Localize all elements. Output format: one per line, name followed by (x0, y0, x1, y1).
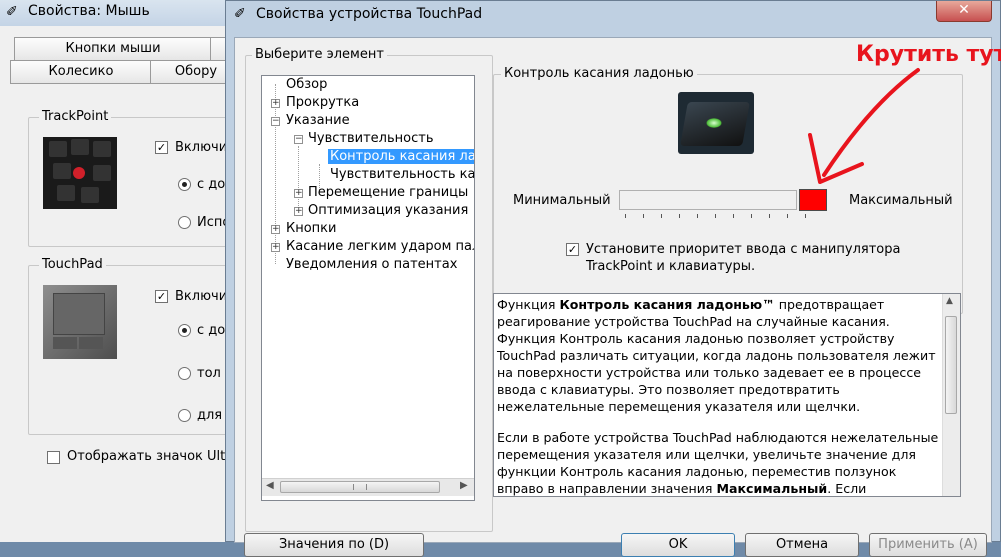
tree-horizontal-scrollbar[interactable]: ◀ ▶ (262, 478, 474, 496)
touchpad-radio-2[interactable] (178, 367, 191, 380)
slider-tick (679, 214, 680, 218)
slider-tick (751, 214, 752, 218)
mouse-window-titlebar[interactable]: ✐ Свойства: Мышь (0, 0, 235, 26)
annotation-arrow-icon (808, 68, 920, 184)
trackpoint-radio-2[interactable] (178, 216, 191, 229)
collapse-icon[interactable]: − (271, 117, 280, 126)
mouse-icon: ✐ (6, 4, 18, 20)
scroll-right-icon[interactable]: ▶ (460, 480, 468, 491)
slider-tick (805, 214, 806, 218)
description-scroll-thumb[interactable] (945, 316, 957, 414)
tree-item-palm-check[interactable]: Контроль касания лад (328, 149, 474, 164)
collapse-icon[interactable]: − (294, 135, 303, 144)
tab-wheel[interactable]: Колесико (10, 60, 152, 84)
scroll-left-icon[interactable]: ◀ (266, 480, 274, 491)
priority-label-line1: Установите приоритет ввода с манипулятор… (586, 242, 901, 257)
slider-tick (643, 214, 644, 218)
scroll-up-icon[interactable]: ▲ (946, 296, 953, 306)
touchpad-radio-1[interactable] (178, 324, 191, 337)
expand-icon[interactable]: + (271, 225, 280, 234)
tree-scroll-thumb[interactable] (280, 481, 440, 493)
slider-tick (769, 214, 770, 218)
trackpoint-enable-checkbox[interactable]: ✓ (155, 141, 168, 154)
tree-item-sensitivity[interactable]: Чувствительность (308, 131, 433, 146)
touchpad-group-label: TouchPad (39, 257, 106, 272)
slider-tick (661, 214, 662, 218)
tree-item-scroll[interactable]: Прокрутка (286, 95, 359, 110)
mouse-icon: ✐ (234, 6, 246, 22)
trackpoint-radio-1-label: с до (197, 177, 226, 192)
show-icon-label: Отображать значок Ultra (67, 449, 239, 464)
expand-icon[interactable]: + (294, 207, 303, 216)
touchpad-image (43, 285, 117, 359)
tree-item-pointer-optimization[interactable]: Оптимизация указания (308, 203, 468, 218)
slider-ticks (625, 214, 806, 222)
description-vertical-scrollbar[interactable]: ▲ (942, 294, 960, 496)
tree-item-pointing[interactable]: Указание (286, 113, 350, 128)
expand-icon[interactable]: + (294, 189, 303, 198)
slider-tick (733, 214, 734, 218)
description-text: Функция Контроль касания ладонью™ предот… (497, 297, 939, 496)
trackpoint-image (43, 137, 117, 209)
touchpad-preview-image (678, 92, 754, 154)
tree-item-tap[interactable]: Касание легким ударом паль (286, 239, 474, 254)
cancel-button[interactable]: Отмена (745, 533, 859, 557)
mouse-window-title: Свойства: Мышь (28, 3, 150, 19)
tree-item-patents[interactable]: Уведомления о патентах (286, 257, 457, 272)
priority-checkbox[interactable]: ✓ (566, 243, 579, 256)
touchpad-enable-label: Включи (175, 289, 228, 304)
expand-icon[interactable]: + (271, 243, 280, 252)
dialog-titlebar[interactable]: ✐ Свойства устройства TouchPad ✕ (226, 1, 1000, 29)
tab-mouse-buttons[interactable]: Кнопки мыши (14, 37, 212, 61)
slider-tick (697, 214, 698, 218)
touchpad-radio-1-label: с до (197, 323, 226, 338)
touchpad-radio-3-label: для (197, 408, 223, 423)
settings-tree[interactable]: Обзор + Прокрутка − Указание − Чувствите… (261, 75, 475, 501)
show-icon-checkbox[interactable] (47, 451, 60, 464)
tree-item-overview[interactable]: Обзор (286, 77, 327, 92)
trackpoint-radio-1[interactable] (178, 178, 191, 191)
slider-tick (715, 214, 716, 218)
slider-tick (625, 214, 626, 218)
trackpoint-enable-label: Включи (175, 140, 228, 155)
touchpad-enable-checkbox[interactable]: ✓ (155, 290, 168, 303)
tree-item-touch-sensitivity[interactable]: Чувствительность кас (330, 167, 474, 182)
select-element-label: Выберите элемент (252, 47, 387, 62)
touchpad-radio-3[interactable] (178, 409, 191, 422)
slider-min-label: Минимальный (513, 193, 611, 208)
description-textbox[interactable]: Функция Контроль касания ладонью™ предот… (493, 293, 961, 497)
palm-check-group-label: Контроль касания ладонью (501, 66, 697, 81)
trackpoint-group-label: TrackPoint (39, 109, 112, 124)
ok-button[interactable]: OK (621, 533, 735, 557)
tree-item-buttons[interactable]: Кнопки (286, 221, 336, 236)
mouse-properties-window: ✐ Свойства: Мышь Кнопки мыши Колесико Об… (0, 0, 242, 542)
expand-icon[interactable]: + (271, 99, 280, 108)
slider-tick (787, 214, 788, 218)
tree-item-edge-motion[interactable]: Перемещение границы (308, 185, 468, 200)
defaults-button[interactable]: Значения по (D) (244, 533, 424, 557)
close-button[interactable]: ✕ (936, 1, 992, 22)
touchpad-radio-2-label: тол (197, 366, 221, 381)
apply-button[interactable]: Применить (A) (869, 533, 987, 557)
palm-check-slider[interactable] (619, 190, 797, 210)
dialog-title: Свойства устройства TouchPad (256, 6, 483, 22)
priority-label-line2: TrackPoint и клавиатуры. (586, 259, 756, 274)
